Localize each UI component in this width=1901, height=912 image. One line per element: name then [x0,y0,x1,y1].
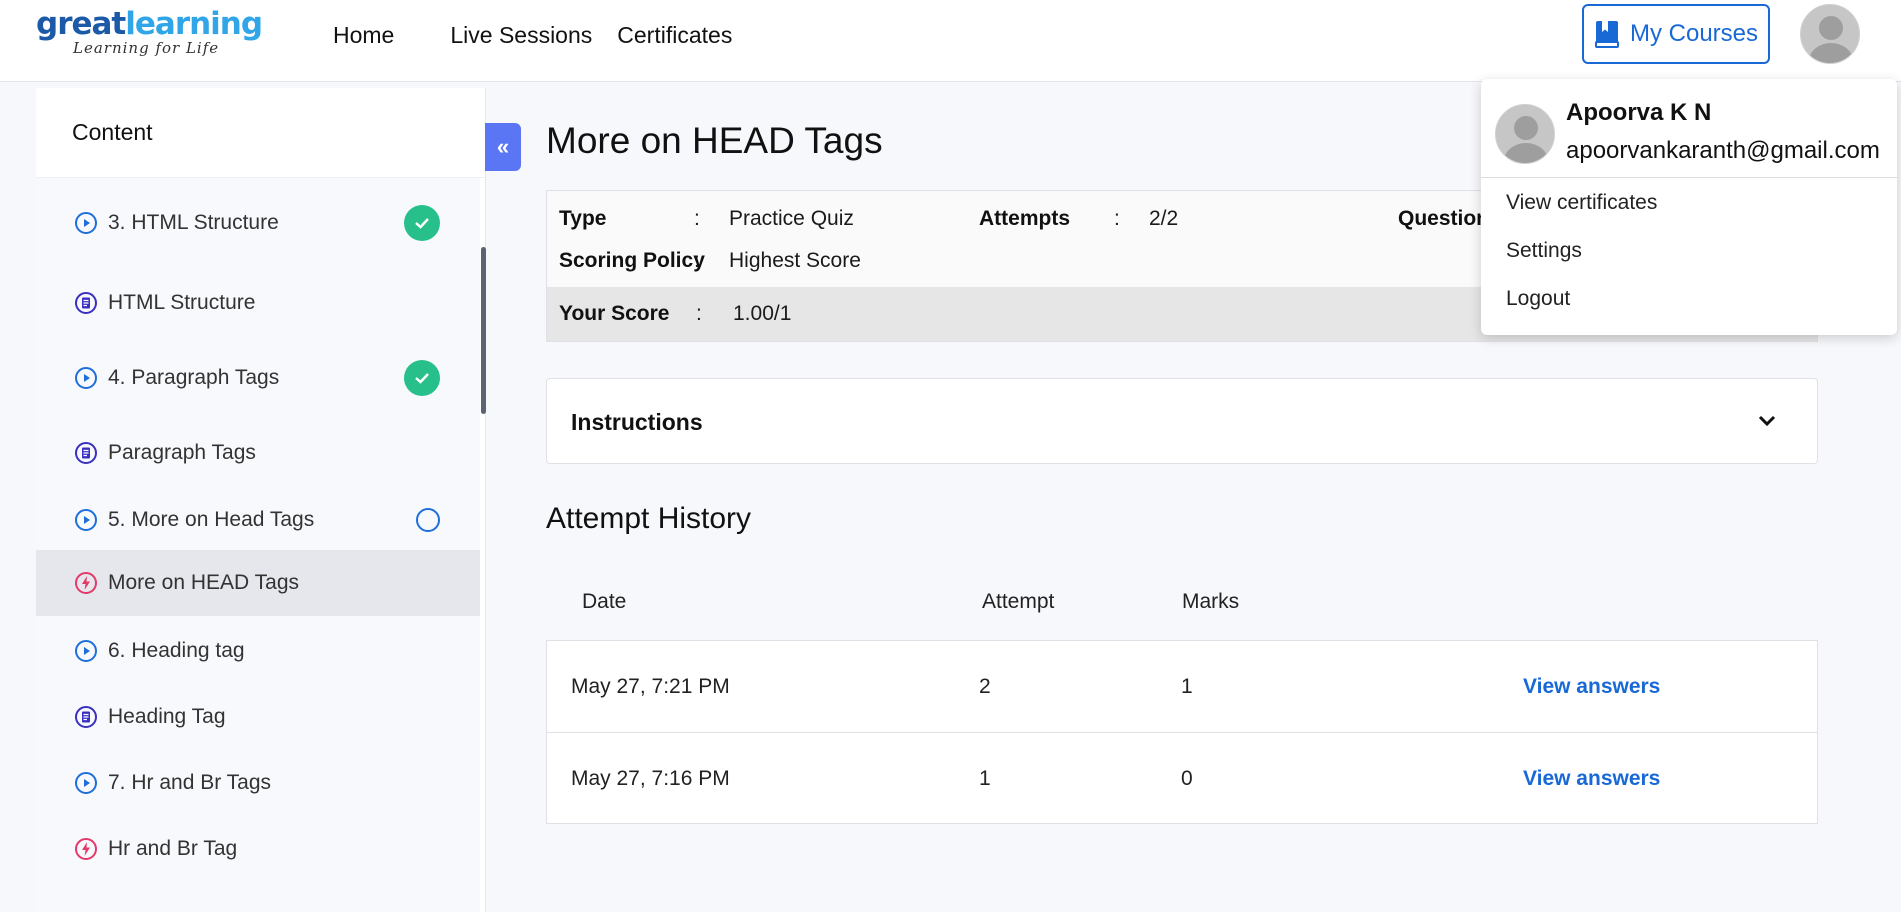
sidebar-item[interactable]: Paragraph Tags [36,423,480,483]
menu-item-view-certificates[interactable]: View certificates [1506,191,1657,215]
scoring-policy-label: Scoring Policy [559,249,705,272]
completed-check-icon [404,360,440,396]
sidebar-item[interactable]: 5. More on Head Tags [36,490,480,550]
play-circle-icon [75,367,97,389]
attempt-number: 1 [979,767,991,790]
type-label: Type [559,207,607,230]
attempt-marks: 0 [1181,767,1193,790]
top-navbar: greatlearning Learning for Life Home Liv… [0,0,1901,82]
colon: : [1114,207,1120,230]
attempt-history-title: Attempt History [546,502,752,535]
attempt-number: 2 [979,675,991,698]
play-circle-icon [75,212,97,234]
scoring-policy-value: Highest Score [729,249,861,272]
sidebar-item[interactable]: Hr and Br Tag [36,819,480,879]
quiz-bolt-icon [75,838,97,860]
column-header-attempt: Attempt [982,590,1055,613]
score-value: 1.00/1 [733,302,792,325]
nav-certificates[interactable]: Certificates [617,22,732,49]
my-courses-label: My Courses [1629,20,1759,47]
sidebar-item-label: 3. HTML Structure [108,211,279,234]
sidebar-item-label: Heading Tag [108,705,226,728]
sidebar-item-label: 7. Hr and Br Tags [108,771,272,794]
view-answers-link[interactable]: View answers [1523,675,1660,699]
column-header-date: Date [582,590,627,613]
collapse-sidebar-button[interactable]: « [485,123,521,171]
table-row: May 27, 7:21 PM 2 1 View answers [547,641,1817,732]
attempts-label: Attempts [979,207,1071,230]
menu-item-logout[interactable]: Logout [1506,287,1570,311]
play-circle-icon [75,509,97,531]
document-icon [75,292,97,314]
content-sidebar: Content 3. HTML Structure HTML Structure… [36,88,486,912]
sidebar-item-label: More on HEAD Tags [108,571,300,594]
profile-email: apoorvankaranth@gmail.com [1566,137,1880,164]
menu-item-settings[interactable]: Settings [1506,239,1582,263]
sidebar-item[interactable]: 4. Paragraph Tags [36,348,480,408]
document-icon [75,706,97,728]
sidebar-item-label: Paragraph Tags [108,441,256,464]
play-circle-icon [75,772,97,794]
sidebar-item[interactable]: Heading Tag [36,687,480,747]
attempt-date: May 27, 7:16 PM [571,767,730,790]
sidebar-list[interactable]: 3. HTML Structure HTML Structure 4. Para… [36,178,480,912]
nav-live-sessions[interactable]: Live Sessions [450,22,592,49]
chevron-down-icon [1758,415,1776,427]
quiz-bolt-icon [75,572,97,594]
colon: : [694,207,700,230]
divider [1481,177,1897,178]
sidebar-item[interactable]: 7. Hr and Br Tags [36,753,480,813]
sidebar-title: Content [36,88,485,178]
my-courses-button[interactable]: My Courses [1582,4,1770,64]
colon: : [696,302,702,325]
nav-home[interactable]: Home [333,22,394,49]
sidebar-item[interactable]: 3. HTML Structure [36,193,480,253]
instructions-label: Instructions [571,409,703,435]
completed-check-icon [404,205,440,241]
type-value: Practice Quiz [729,207,854,230]
table-row: May 27, 7:16 PM 1 0 View answers [547,732,1817,823]
attempt-history-table: May 27, 7:21 PM 2 1 View answers May 27,… [546,640,1818,824]
questions-label: Question [1398,207,1490,230]
play-circle-icon [75,640,97,662]
nav-links: Home Live Sessions Certificates [333,22,732,49]
sidebar-scrollbar[interactable] [481,247,486,414]
logo-tagline: Learning for Life [73,39,220,57]
sidebar-item-label: 5. More on Head Tags [108,508,315,531]
page-title: More on HEAD Tags [546,120,883,161]
document-icon [75,442,97,464]
attempt-date: May 27, 7:21 PM [571,675,730,698]
score-label: Your Score [559,302,670,325]
user-silhouette-icon [1809,16,1853,63]
sidebar-item-label: Hr and Br Tag [108,837,238,860]
user-silhouette-icon [1504,116,1548,163]
attempts-value: 2/2 [1149,207,1179,230]
sidebar-item[interactable]: 6. Heading tag [36,621,480,681]
colon: : [694,249,700,272]
user-avatar[interactable] [1800,4,1860,64]
in-progress-ring-icon [416,508,440,532]
sidebar-item-label: 4. Paragraph Tags [108,366,280,389]
instructions-accordion[interactable]: Instructions [546,378,1818,464]
dropdown-avatar [1495,104,1555,164]
column-header-marks: Marks [1182,590,1240,613]
sidebar-item-active[interactable]: More on HEAD Tags [36,550,480,616]
sidebar-item-label: 6. Heading tag [108,639,245,662]
profile-dropdown: Apoorva K N apoorvankaranth@gmail.com Vi… [1481,79,1897,335]
profile-name: Apoorva K N [1566,99,1712,126]
book-icon [1594,21,1619,48]
view-answers-link[interactable]: View answers [1523,767,1660,791]
double-chevron-left-icon: « [496,134,510,159]
attempt-marks: 1 [1181,675,1193,698]
sidebar-item[interactable]: HTML Structure [36,273,480,333]
great-learning-logo[interactable]: greatlearning Learning for Life [36,8,263,57]
sidebar-item-label: HTML Structure [108,291,256,314]
